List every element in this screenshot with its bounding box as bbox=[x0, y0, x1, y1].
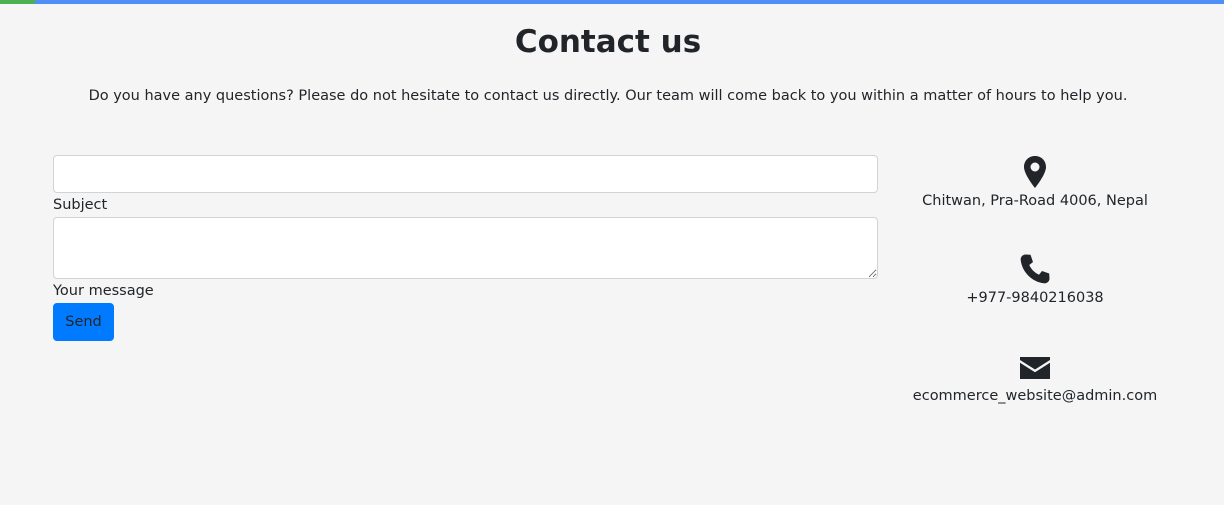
address-item: Chitwan, Pra-Road 4006, Nepal bbox=[895, 155, 1175, 213]
phone-text: +977-9840216038 bbox=[966, 290, 1104, 306]
intro-text: Do you have any questions? Please do not… bbox=[88, 88, 1128, 104]
message-textarea[interactable] bbox=[53, 217, 878, 279]
send-button[interactable]: Send bbox=[53, 303, 114, 341]
message-label: Your message bbox=[53, 283, 154, 299]
email-text: ecommerce_website@admin.com bbox=[912, 388, 1158, 404]
phone-icon bbox=[895, 252, 1175, 286]
phone-item: +977-9840216038 bbox=[895, 252, 1175, 310]
page-loading-bar bbox=[0, 0, 1224, 4]
subject-label: Subject bbox=[53, 197, 108, 213]
subject-input[interactable] bbox=[53, 155, 878, 193]
loading-progress bbox=[0, 0, 35, 4]
contact-form: Subject Your message Send bbox=[53, 155, 878, 341]
address-text: Chitwan, Pra-Road 4006, Nepal bbox=[922, 193, 1148, 209]
map-marker-icon bbox=[895, 155, 1175, 189]
envelope-icon bbox=[895, 350, 1175, 384]
page-title: Contact us bbox=[514, 24, 702, 60]
email-item: ecommerce_website@admin.com bbox=[895, 350, 1175, 408]
